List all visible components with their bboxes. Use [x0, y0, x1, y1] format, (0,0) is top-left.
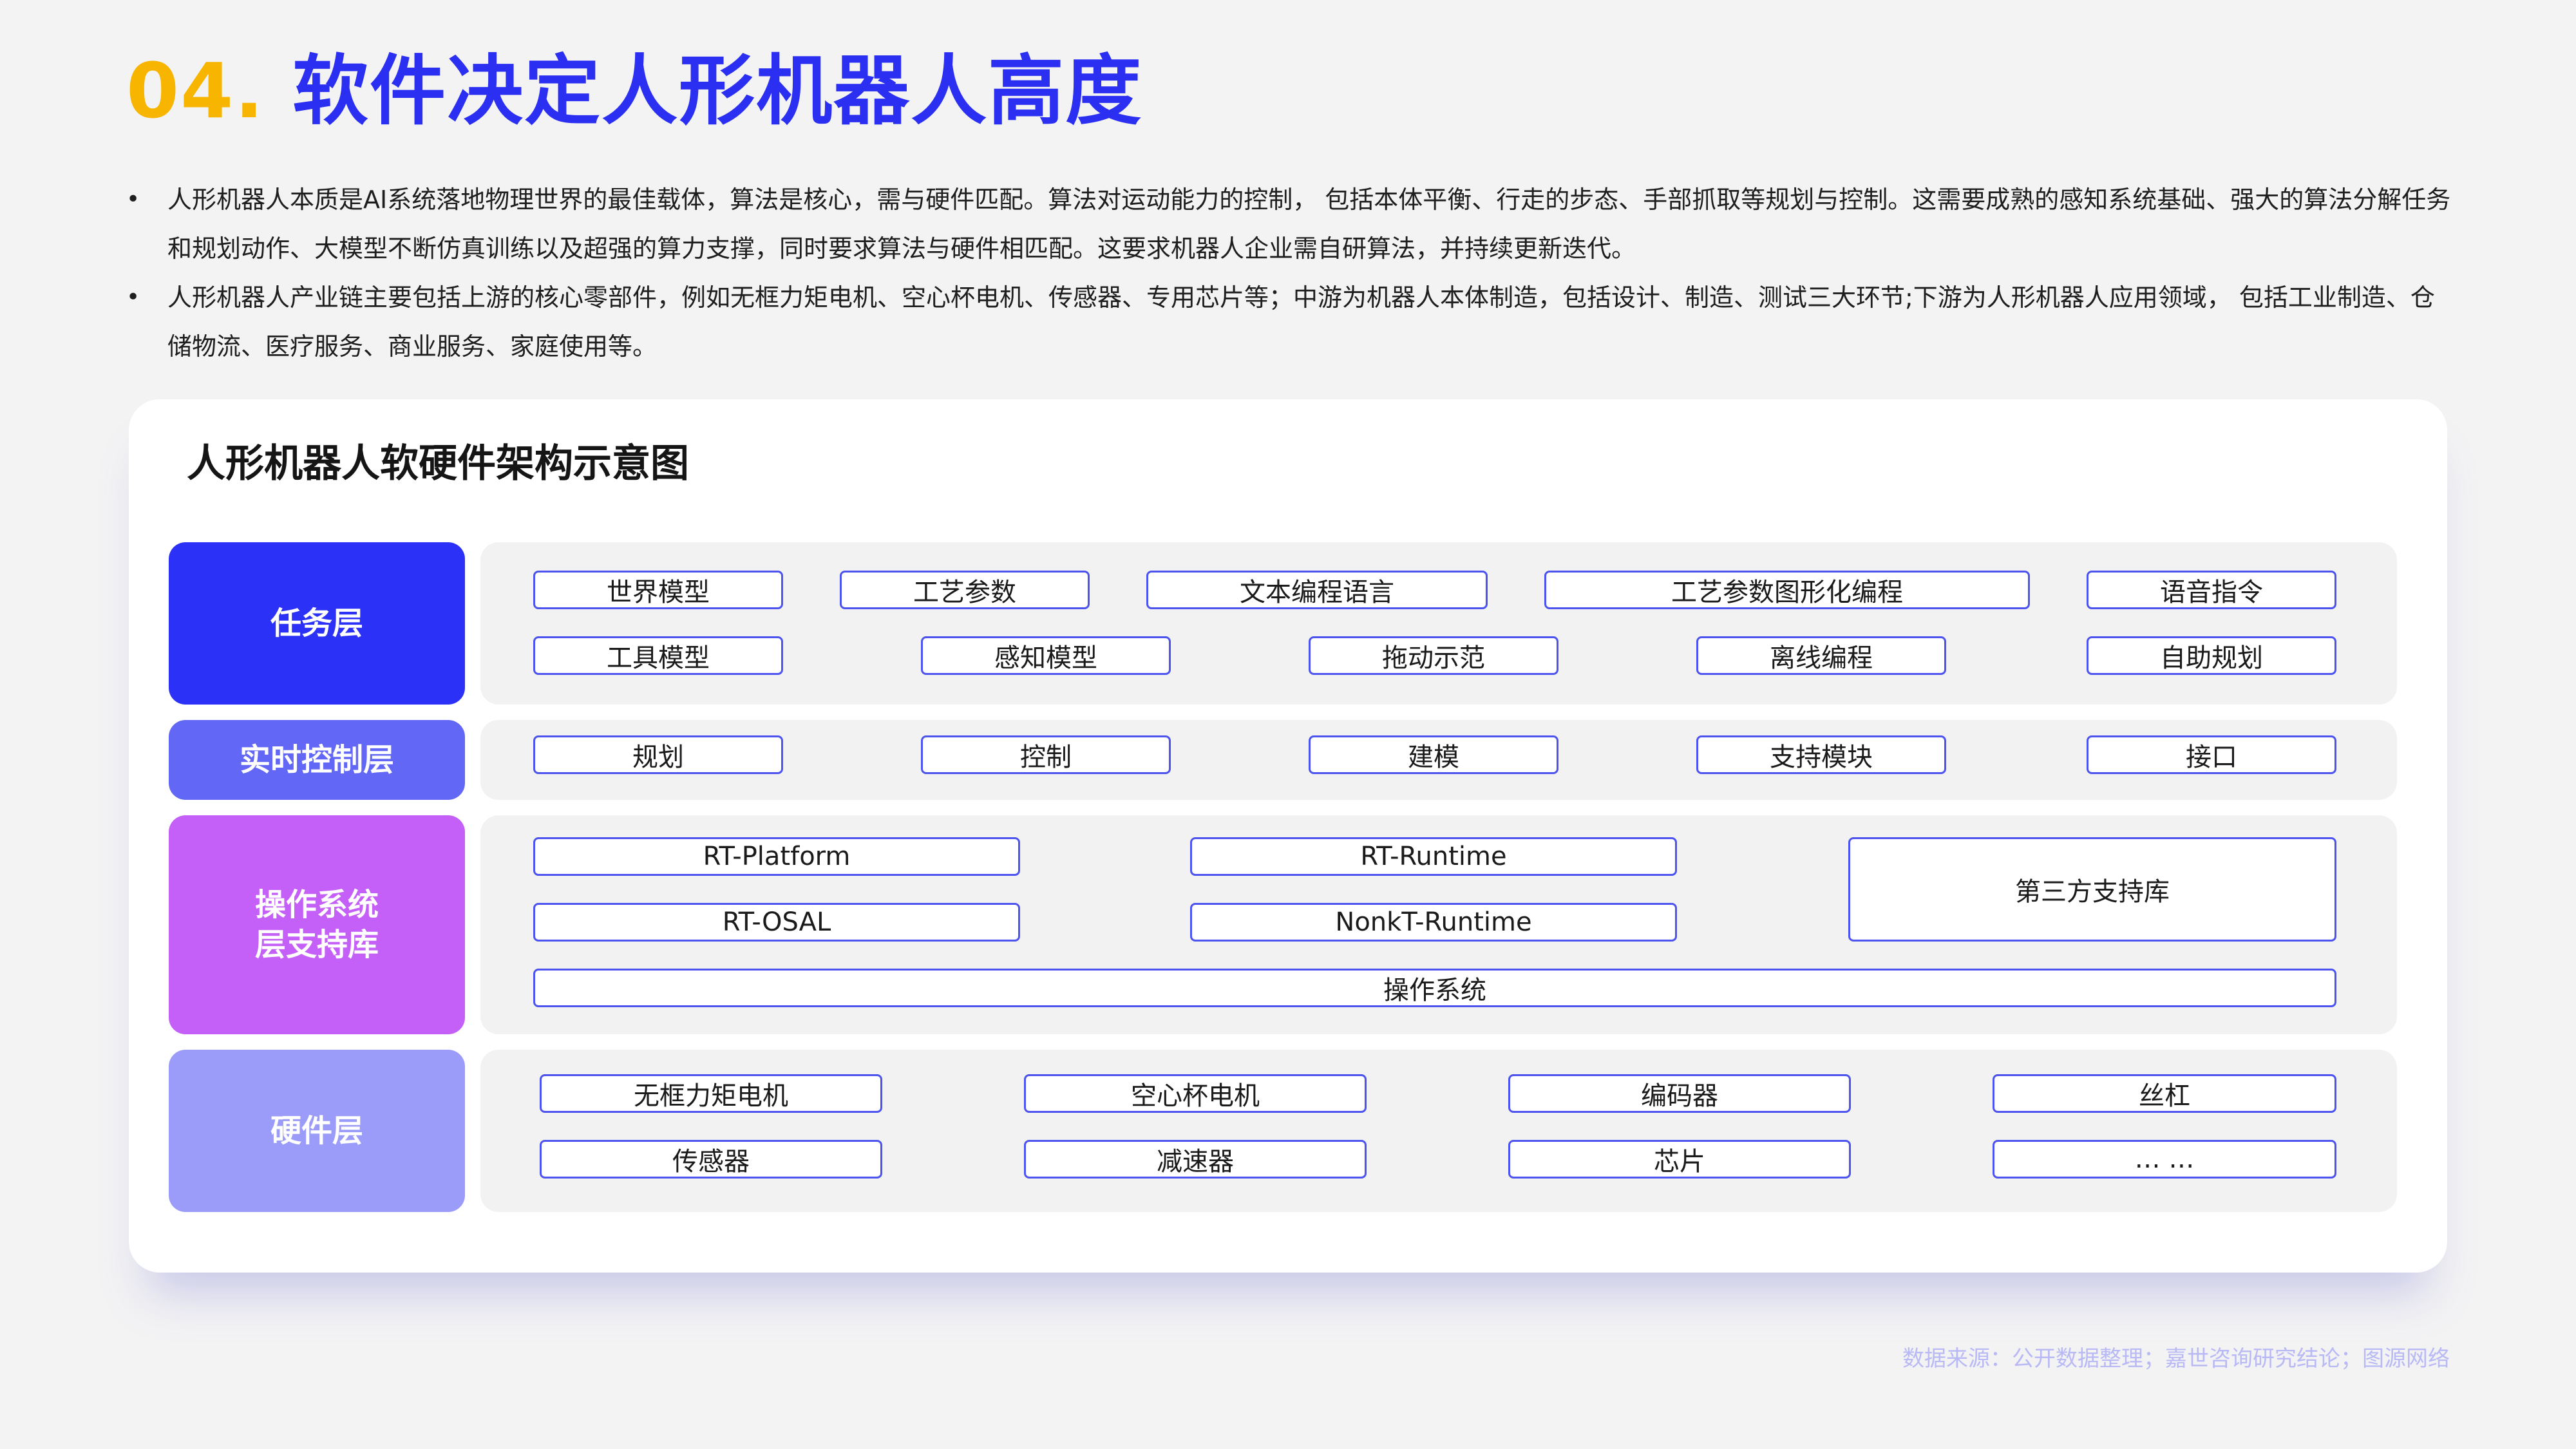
os-item-rt-osal: RT-OSAL [533, 903, 1020, 942]
task-item-process-params: 工艺参数 [840, 571, 1090, 609]
os-layer-panel: RT-Platform RT-Runtime 第三方支持库 RT-OSAL No… [480, 815, 2397, 1034]
hw-item-chip: 芯片 [1508, 1140, 1851, 1179]
os-item-rt-runtime: RT-Runtime [1190, 837, 1677, 876]
task-item-text-programming: 文本编程语言 [1146, 571, 1488, 609]
hw-item-frameless-torque-motor: 无框力矩电机 [540, 1074, 882, 1113]
data-source-note: 数据来源：公开数据整理；嘉世咨询研究结论；图源网络 [1902, 1346, 2450, 1372]
bullet-item-2: 人形机器人产业链主要包括上游的核心零部件，例如无框力矩电机、空心杯电机、传感器、… [126, 273, 2451, 371]
page-title: 04. 软件决定人形机器人高度 [126, 43, 1142, 139]
os-layer-label-line2: 层支持库 [254, 927, 379, 963]
task-item-world-model: 世界模型 [533, 571, 783, 609]
realtime-layer-panel: 规划 控制 建模 支持模块 接口 [480, 720, 2397, 800]
task-item-tool-model: 工具模型 [533, 636, 783, 675]
task-item-perception-model: 感知模型 [921, 636, 1171, 675]
os-item-operating-system: 操作系统 [533, 969, 2336, 1007]
rt-item-interface: 接口 [2087, 735, 2336, 774]
rt-item-modeling: 建模 [1309, 735, 1558, 774]
hw-item-coreless-motor: 空心杯电机 [1024, 1074, 1367, 1113]
task-item-self-planning: 自助规划 [2087, 636, 2336, 675]
section-number: 04. [126, 46, 265, 135]
hardware-layer-label: 硬件层 [169, 1050, 465, 1212]
bullet-item-1: 人形机器人本质是AI系统落地物理世界的最佳载体，算法是核心，需与硬件匹配。算法对… [126, 175, 2451, 273]
architecture-diagram-card: 人形机器人软硬件架构示意图 任务层 实时控制层 操作系统 层支持库 硬件层 世界… [129, 399, 2447, 1273]
task-layer-panel: 世界模型 工艺参数 文本编程语言 工艺参数图形化编程 语音指令 工具模型 感知模… [480, 542, 2397, 705]
task-layer-label: 任务层 [169, 542, 465, 705]
section-title: 软件决定人形机器人高度 [292, 46, 1143, 135]
hw-item-encoder: 编码器 [1508, 1074, 1851, 1113]
hw-item-lead-screw: 丝杠 [1993, 1074, 2336, 1113]
hw-item-reducer: 减速器 [1024, 1140, 1367, 1179]
hardware-layer-panel: 无框力矩电机 空心杯电机 编码器 丝杠 传感器 减速器 芯片 … … [480, 1050, 2397, 1212]
os-layer-label: 操作系统 层支持库 [169, 815, 465, 1034]
rt-item-planning: 规划 [533, 735, 783, 774]
os-layer-label-line1: 操作系统 [254, 887, 379, 923]
hw-item-ellipsis: … … [1993, 1140, 2336, 1179]
rt-item-control: 控制 [921, 735, 1171, 774]
rt-item-support-module: 支持模块 [1696, 735, 1946, 774]
task-item-drag-demo: 拖动示范 [1309, 636, 1558, 675]
task-item-voice-command: 语音指令 [2087, 571, 2336, 609]
diagram-title: 人形机器人软硬件架构示意图 [187, 441, 689, 486]
os-item-rt-platform: RT-Platform [533, 837, 1020, 876]
task-item-offline-programming: 离线编程 [1696, 636, 1946, 675]
os-item-nonkt-runtime: NonkT-Runtime [1190, 903, 1677, 942]
os-item-third-party-lib: 第三方支持库 [1848, 837, 2336, 942]
hw-item-sensor: 传感器 [540, 1140, 882, 1179]
task-item-graphical-programming: 工艺参数图形化编程 [1544, 571, 2030, 609]
realtime-layer-label: 实时控制层 [169, 720, 465, 800]
bullet-list: 人形机器人本质是AI系统落地物理世界的最佳载体，算法是核心，需与硬件匹配。算法对… [126, 175, 2451, 371]
